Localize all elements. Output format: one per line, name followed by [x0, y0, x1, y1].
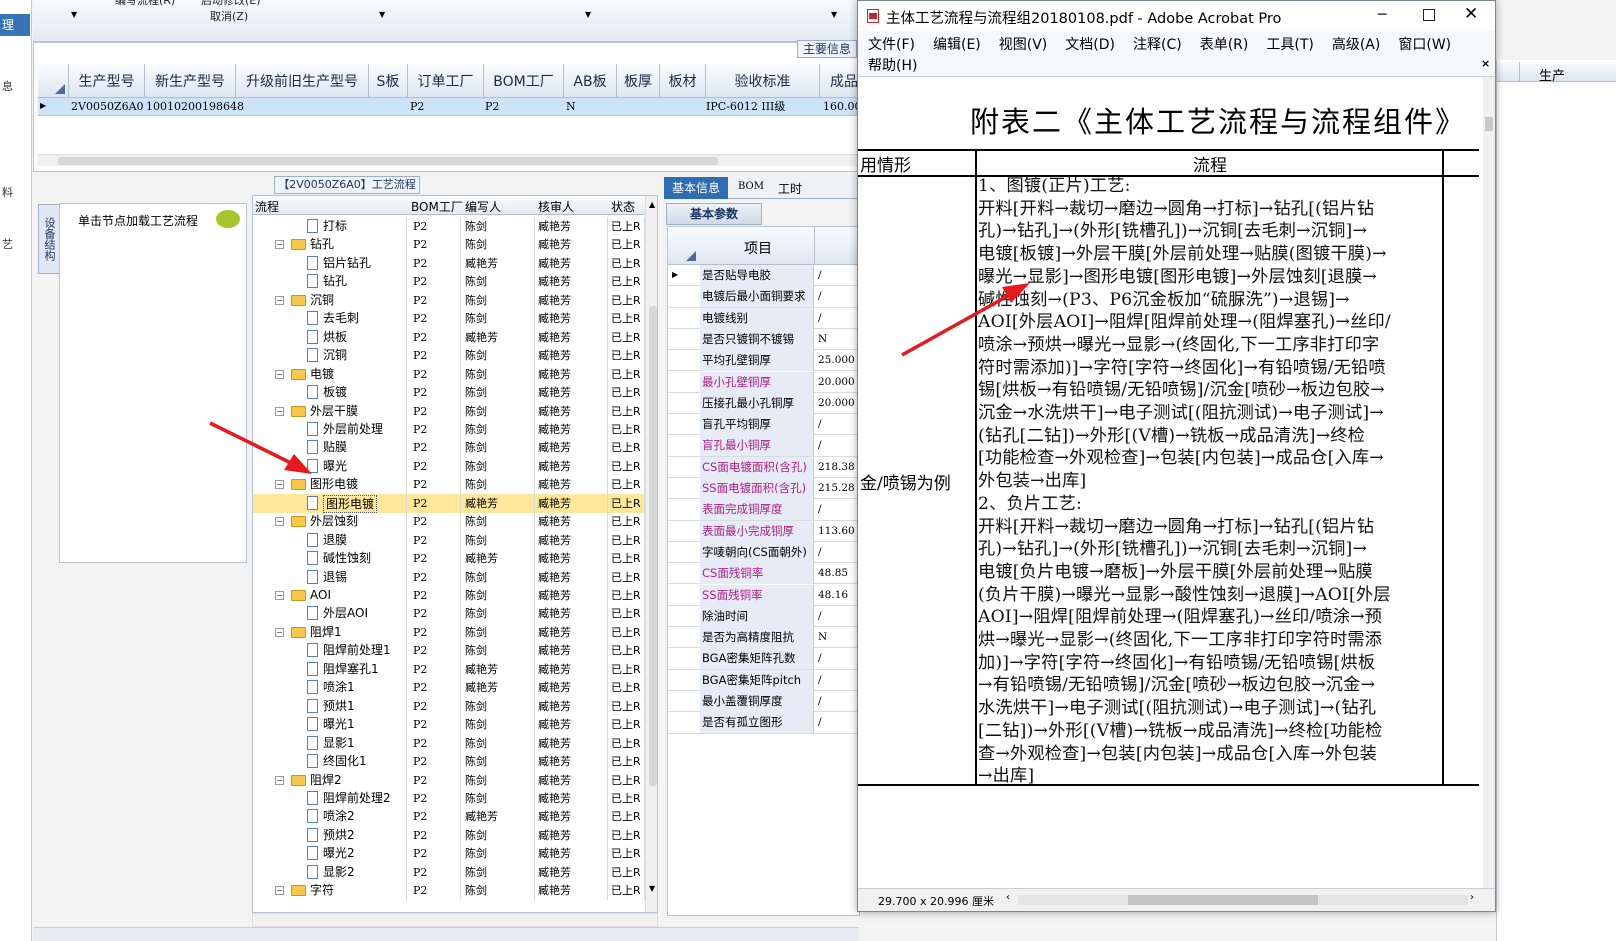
annotation-arrows [209, 283, 1030, 474]
red-arrow-right [901, 283, 1030, 357]
red-arrow-left [209, 421, 312, 474]
